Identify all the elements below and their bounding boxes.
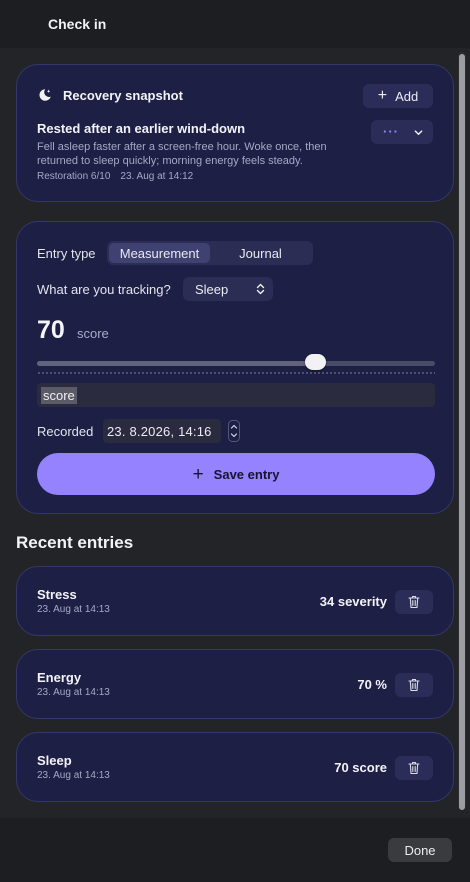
moon-stars-icon bbox=[39, 89, 51, 101]
entry-type-segmented-control: Measurement Journal bbox=[107, 241, 313, 265]
delete-entry-button[interactable] bbox=[395, 756, 433, 780]
chevron-up-down-icon bbox=[256, 283, 265, 295]
entry-type-journal[interactable]: Journal bbox=[210, 243, 311, 263]
slider-tick-marks bbox=[37, 372, 435, 374]
plus-icon: + bbox=[192, 463, 204, 485]
plus-icon: + bbox=[377, 87, 388, 104]
save-entry-label: Save entry bbox=[213, 466, 280, 482]
recent-entry-card: Stress 23. Aug at 14:13 34 severity bbox=[16, 566, 454, 636]
snapshot-meta: Restoration 6/10 23. Aug at 14:12 bbox=[37, 171, 193, 182]
recovery-snapshot-card: Recovery snapshot + Add Rested after an … bbox=[16, 64, 454, 202]
recent-entry-card: Sleep 23. Aug at 14:13 70 score bbox=[16, 732, 454, 802]
entry-form-card: Entry type Measurement Journal What are … bbox=[16, 221, 454, 514]
entry-time: 23. Aug at 14:13 bbox=[37, 604, 110, 615]
trash-icon bbox=[408, 761, 420, 775]
recent-entry-card: Energy 23. Aug at 14:13 70 % bbox=[16, 649, 454, 719]
entry-type-label: Entry type bbox=[37, 246, 96, 261]
done-button[interactable]: Done bbox=[388, 838, 452, 862]
scroll-content[interactable]: Recovery snapshot + Add Rested after an … bbox=[0, 48, 470, 818]
save-entry-button[interactable]: + Save entry bbox=[37, 453, 435, 495]
add-label: Add bbox=[395, 88, 419, 104]
unit-input-value: score bbox=[41, 386, 77, 404]
measurement-unit: score bbox=[77, 326, 109, 341]
entry-type-measurement[interactable]: Measurement bbox=[109, 243, 210, 263]
snapshot-timestamp: 23. Aug at 14:12 bbox=[120, 171, 194, 182]
add-button[interactable]: + Add bbox=[363, 84, 433, 108]
entry-value: 70 % bbox=[357, 677, 387, 692]
measurement-value: 70 bbox=[37, 316, 65, 344]
value-slider-fill bbox=[37, 361, 316, 366]
trash-icon bbox=[408, 678, 420, 692]
entry-time: 23. Aug at 14:13 bbox=[37, 770, 110, 781]
entry-value: 34 severity bbox=[319, 594, 387, 609]
recorded-date-picker[interactable]: 23. 8.2026, 14:16 bbox=[103, 419, 221, 443]
snapshot-title: Recovery snapshot bbox=[63, 87, 183, 103]
chevron-down-icon bbox=[414, 129, 423, 135]
entry-name: Energy bbox=[37, 670, 82, 685]
recent-entries-title: Recent entries bbox=[16, 533, 134, 552]
check-in-window: Check in Recovery snapshot + Add Rested … bbox=[0, 0, 470, 882]
trash-icon bbox=[408, 595, 420, 609]
entry-time: 23. Aug at 14:13 bbox=[37, 687, 110, 698]
snapshot-header: Recovery snapshot bbox=[37, 87, 183, 103]
tracking-select[interactable]: Sleep bbox=[183, 277, 273, 301]
entry-name: Stress bbox=[37, 587, 77, 602]
tracking-select-value: Sleep bbox=[195, 281, 229, 297]
delete-entry-button[interactable] bbox=[395, 590, 433, 614]
recorded-label: Recorded bbox=[37, 424, 94, 439]
footer-bar: Done bbox=[0, 818, 470, 882]
tracking-label: What are you tracking? bbox=[37, 282, 171, 297]
scrollbar-thumb[interactable] bbox=[459, 54, 465, 810]
delete-entry-button[interactable] bbox=[395, 673, 433, 697]
snapshot-entry-description: Fell asleep faster after a screen-free h… bbox=[37, 141, 327, 167]
snapshot-entry-title: Rested after an earlier wind-down bbox=[37, 121, 246, 136]
restoration-score: Restoration 6/10 bbox=[37, 171, 111, 182]
snapshot-menu-button[interactable]: ··· bbox=[371, 120, 433, 144]
vertical-scrollbar[interactable] bbox=[458, 52, 466, 810]
date-stepper-icon[interactable] bbox=[228, 420, 240, 442]
unit-input[interactable]: score bbox=[37, 383, 435, 407]
window-title: Check in bbox=[48, 16, 107, 32]
ellipsis-icon: ··· bbox=[383, 124, 399, 139]
entry-name: Sleep bbox=[37, 753, 72, 768]
value-slider-thumb[interactable] bbox=[305, 354, 327, 370]
value-slider-track[interactable] bbox=[37, 361, 435, 366]
title-bar: Check in bbox=[0, 0, 470, 48]
entry-value: 70 score bbox=[334, 760, 387, 775]
